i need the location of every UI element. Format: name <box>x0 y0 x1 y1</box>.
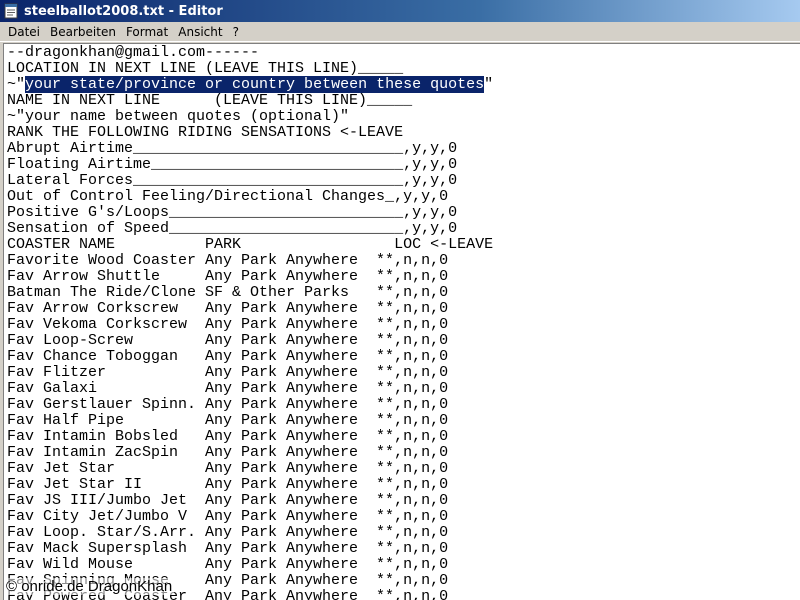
text-after-selection: NAME IN NEXT LINE (LEAVE THIS LINE)_____… <box>7 92 494 600</box>
editor-content[interactable]: --dragonkhan@gmail.com------ LOCATION IN… <box>7 45 493 600</box>
selection-suffix: " <box>484 76 494 93</box>
text-editor[interactable]: --dragonkhan@gmail.com------ LOCATION IN… <box>3 43 800 600</box>
menu-help[interactable]: ? <box>228 25 244 39</box>
notepad-icon <box>4 3 18 19</box>
selection-prefix: ~" <box>7 76 26 93</box>
menu-view[interactable]: Ansicht <box>173 25 227 39</box>
window-title: steelballot2008.txt - Editor <box>24 3 223 19</box>
selected-text[interactable]: your state/province or country between t… <box>25 76 485 93</box>
menu-format[interactable]: Format <box>121 25 173 39</box>
copyright-watermark: © onride.de DragonKhan <box>4 578 175 595</box>
menu-file[interactable]: Datei <box>3 25 45 39</box>
menu-bar: Datei Bearbeiten Format Ansicht ? <box>0 22 800 42</box>
menu-edit[interactable]: Bearbeiten <box>45 25 121 39</box>
text-before-selection: --dragonkhan@gmail.com------ LOCATION IN… <box>7 44 404 77</box>
title-bar[interactable]: steelballot2008.txt - Editor <box>0 0 800 22</box>
